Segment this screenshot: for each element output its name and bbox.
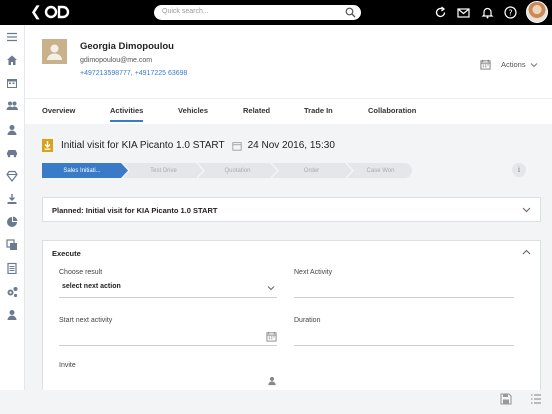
contact-email[interactable]: gdimopoulou@me.com [80,57,152,64]
choose-result-value: select next action [62,283,121,290]
tab-collaboration[interactable]: Collaboration [368,106,416,115]
duration-label: Duration [294,317,321,324]
planned-card[interactable]: Planned: Initial visit for KIA Picanto 1… [42,197,541,222]
next-activity-label: Next Activity [294,269,333,276]
sidebar [0,25,25,414]
calendar-icon [232,141,242,151]
contact-header: Georgia Dimopoulou gdimopoulou@me.com +4… [25,25,552,124]
bottom-toolbar [0,390,552,414]
download-icon [42,139,53,152]
execute-title: Execute [52,249,81,258]
execute-card: Execute Choose result select next action… [42,240,541,395]
tab-bar: Overview Activities Vehicles Related Tra… [25,98,552,124]
tab-activities[interactable]: Activities [110,106,144,122]
list-icon[interactable] [530,393,542,405]
invite-field[interactable] [59,374,277,389]
person-placeholder-icon [47,44,62,60]
car-icon[interactable] [6,147,18,159]
save-icon[interactable] [500,393,512,405]
tab-overview[interactable]: Overview [42,106,75,115]
pie-chart-icon[interactable] [6,216,18,228]
next-activity-field[interactable] [294,281,514,296]
cogs-icon[interactable] [6,286,18,298]
search-icon[interactable] [345,7,356,18]
field-underline [59,297,277,298]
field-underline [59,345,277,346]
od-logo-icon[interactable] [44,5,72,19]
stage-sales-initiation[interactable]: Sales Initiati... [42,163,122,178]
planned-title: Planned: Initial visit for KIA Picanto 1… [52,206,218,215]
svg-text:?: ? [508,8,512,17]
tab-related[interactable]: Related [243,106,270,115]
info-icon[interactable]: i [512,163,526,177]
top-bar: ❮ Quick search... ? [0,0,552,25]
chevron-down-icon [267,286,275,291]
actions-label: Actions [501,60,526,69]
clipboard-icon[interactable] [6,262,18,274]
help-icon[interactable]: ? [504,6,517,19]
tab-vehicles[interactable]: Vehicles [178,106,208,115]
invite-label: Invite [59,362,76,369]
home-icon[interactable] [6,54,18,66]
field-underline [294,297,514,298]
download-icon[interactable] [6,193,18,205]
contact-icon[interactable] [6,309,18,321]
main-panel: Georgia Dimopoulou gdimopoulou@me.com +4… [25,25,552,395]
profile-avatar[interactable] [526,1,548,23]
chevron-up-icon[interactable] [522,248,531,257]
choose-result-label: Choose result [59,269,103,276]
choose-result-select[interactable]: select next action [59,281,277,296]
chevron-left-icon[interactable]: ❮ [30,3,42,19]
menu-icon[interactable] [6,31,18,43]
search-placeholder: Quick search... [162,8,209,15]
chevron-down-icon[interactable] [522,205,531,214]
calendar-icon[interactable] [266,331,277,342]
contact-avatar[interactable] [42,39,67,64]
chevron-down-icon [530,62,537,67]
activity-title: Initial visit for KIA Picanto 1.0 START [61,140,225,151]
bell-icon[interactable] [481,6,494,19]
mail-icon[interactable] [457,6,470,19]
start-next-activity-label: Start next activity [59,317,113,324]
person-icon[interactable] [6,124,18,136]
calendar-icon[interactable] [6,77,18,89]
calendar-icon [480,59,491,70]
search-input[interactable]: Quick search... [154,5,361,20]
diamond-icon[interactable] [6,170,18,182]
contact-phones[interactable]: +497213598777, +4917225 63698 [80,70,187,77]
field-underline [294,345,514,346]
actions-button[interactable]: Actions [480,59,538,70]
person-icon[interactable] [267,376,277,386]
stage-quotation[interactable]: Quotation [200,163,275,178]
start-next-activity-field[interactable] [59,329,277,344]
copy-icon[interactable] [6,239,18,251]
stage-order[interactable]: Order [274,163,349,178]
activity-date: 24 Nov 2016, 15:30 [247,140,335,151]
tab-trade-in[interactable]: Trade In [304,106,333,115]
sales-pipeline: Sales Initiati... Test Drive Quotation O… [42,163,412,178]
duration-field[interactable] [294,329,514,344]
stage-test-drive[interactable]: Test Drive [126,163,201,178]
activity-title-row: Initial visit for KIA Picanto 1.0 START … [42,139,335,152]
users-icon[interactable] [6,100,18,112]
stage-case-won[interactable]: Case Won [349,163,412,178]
refresh-icon[interactable] [434,6,447,19]
contact-name: Georgia Dimopoulou [80,41,174,52]
